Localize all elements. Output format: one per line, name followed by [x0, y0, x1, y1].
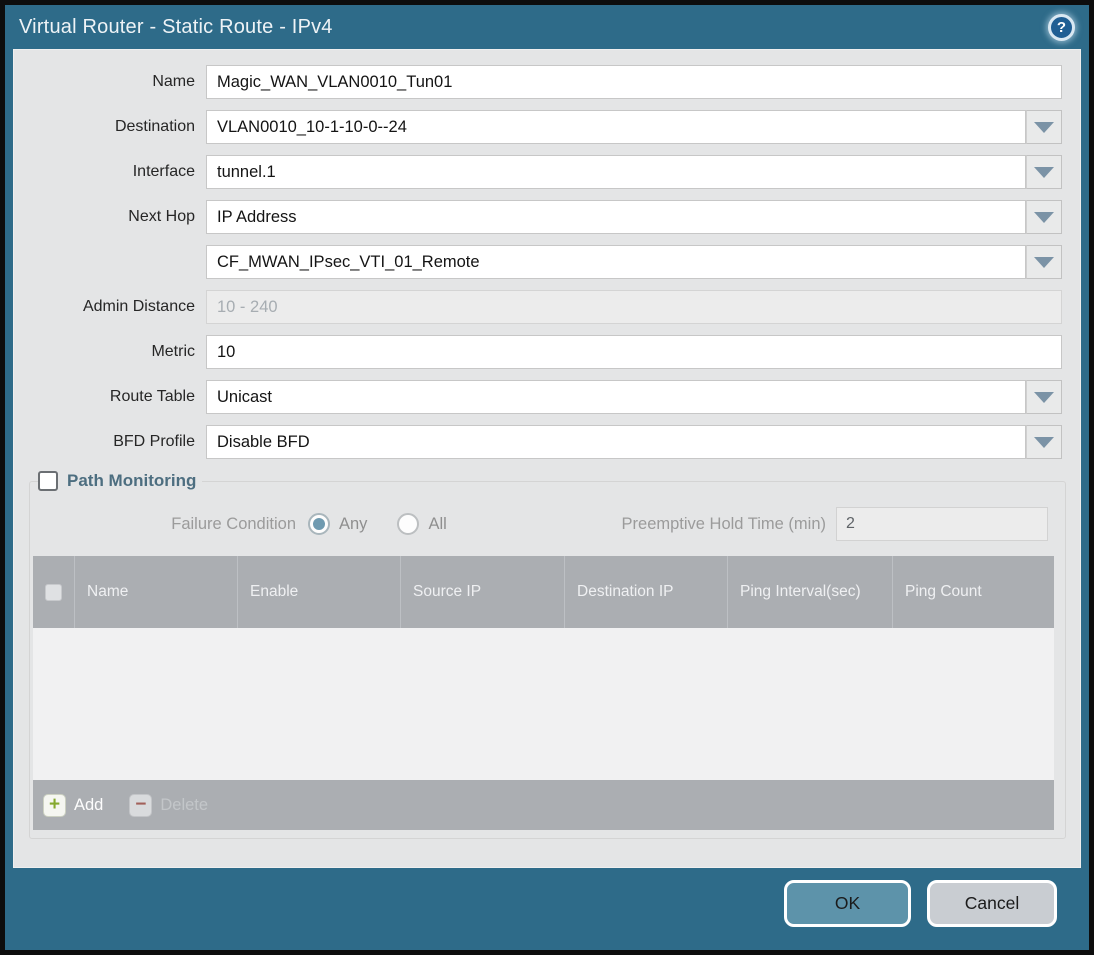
- interface-input[interactable]: [206, 155, 1026, 189]
- failure-condition-row: Failure Condition Any All Preemptive Hol…: [32, 507, 1055, 541]
- help-icon[interactable]: ?: [1048, 13, 1075, 41]
- route-table-label: Route Table: [109, 388, 195, 405]
- next-hop-address-input[interactable]: [206, 245, 1026, 279]
- header-cell-enable: Enable: [238, 556, 401, 628]
- minus-icon: −: [129, 793, 153, 817]
- select-all-checkbox[interactable]: [45, 583, 62, 601]
- metric-input[interactable]: [206, 335, 1062, 369]
- failure-condition-any-label: Any: [339, 514, 368, 533]
- next-hop-type-input[interactable]: [206, 200, 1026, 234]
- interface-label: Interface: [132, 163, 195, 180]
- header-cell-source-ip: Source IP: [401, 556, 565, 628]
- delete-button-label: Delete: [160, 795, 209, 814]
- form-row-bfd-profile: BFD Profile: [14, 425, 1062, 459]
- form-row-next-hop: Next Hop: [14, 200, 1062, 234]
- form-row-name: Name: [14, 65, 1062, 99]
- bfd-profile-label: BFD Profile: [113, 433, 195, 450]
- route-table-input[interactable]: [206, 380, 1026, 414]
- header-cell-ping-count: Ping Count: [905, 583, 982, 601]
- path-monitoring-title: Path Monitoring: [67, 471, 197, 490]
- form-row-next-hop-address: [14, 245, 1062, 279]
- header-cell-ping-interval: Ping Interval(sec): [728, 556, 893, 628]
- table-header: Name Enable Source IP Destination IP Pin…: [33, 556, 1054, 628]
- chevron-down-icon: [1034, 256, 1054, 268]
- destination-dropdown-button[interactable]: [1026, 110, 1062, 144]
- dialog-footer: OK Cancel: [784, 880, 1057, 927]
- path-monitoring-checkbox[interactable]: [38, 471, 58, 491]
- admin-distance-label: Admin Distance: [82, 298, 195, 315]
- chevron-down-icon: [1034, 436, 1054, 448]
- dialog-frame: Virtual Router - Static Route - IPv4 ? N…: [0, 0, 1094, 955]
- dialog-body: Name Destination Interface: [13, 49, 1081, 868]
- preemptive-hold-time-input[interactable]: [836, 507, 1048, 541]
- metric-label: Metric: [151, 343, 195, 360]
- chevron-down-icon: [1034, 391, 1054, 403]
- interface-dropdown-button[interactable]: [1026, 155, 1062, 189]
- table-toolbar: + Add − Delete: [33, 780, 1054, 830]
- chevron-down-icon: [1034, 121, 1054, 133]
- radio-dot: [313, 518, 325, 530]
- path-monitoring-table: Name Enable Source IP Destination IP Pin…: [33, 556, 1054, 830]
- dialog-title: Virtual Router - Static Route - IPv4: [19, 15, 333, 38]
- header-cell-destination-ip: Destination IP: [565, 556, 728, 628]
- failure-condition-all-radio[interactable]: [397, 513, 420, 535]
- form-row-destination: Destination: [14, 110, 1062, 144]
- route-table-dropdown-button[interactable]: [1026, 380, 1062, 414]
- plus-icon: +: [43, 793, 66, 817]
- header-cell-name: Name: [75, 556, 238, 628]
- chevron-down-icon: [1034, 211, 1054, 223]
- failure-condition-any-radio[interactable]: [308, 513, 330, 535]
- title-bar: Virtual Router - Static Route - IPv4 ?: [5, 5, 1089, 49]
- add-button-label: Add: [74, 795, 104, 814]
- cancel-button[interactable]: Cancel: [927, 880, 1057, 927]
- static-route-dialog: Virtual Router - Static Route - IPv4 ? N…: [5, 5, 1089, 950]
- admin-distance-input[interactable]: [206, 290, 1062, 324]
- form-row-interface: Interface: [14, 155, 1062, 189]
- path-monitoring-legend: Path Monitoring: [38, 471, 202, 491]
- form-row-route-table: Route Table: [14, 380, 1062, 414]
- bfd-profile-input[interactable]: [206, 425, 1026, 459]
- bfd-profile-dropdown-button[interactable]: [1026, 425, 1062, 459]
- header-cell-select: [33, 556, 75, 628]
- add-button[interactable]: + Add: [43, 793, 104, 817]
- next-hop-address-dropdown-button[interactable]: [1026, 245, 1062, 279]
- failure-condition-all-label: All: [428, 514, 447, 533]
- delete-button[interactable]: − Delete: [129, 793, 209, 817]
- preemptive-hold-time-label: Preemptive Hold Time (min): [621, 514, 826, 533]
- chevron-down-icon: [1034, 166, 1054, 178]
- form-row-metric: Metric: [14, 335, 1062, 369]
- failure-condition-label: Failure Condition: [171, 514, 296, 533]
- next-hop-label: Next Hop: [128, 208, 195, 225]
- ok-button[interactable]: OK: [784, 880, 911, 927]
- destination-input[interactable]: [206, 110, 1026, 144]
- name-label: Name: [152, 73, 195, 90]
- destination-label: Destination: [114, 118, 195, 135]
- next-hop-type-dropdown-button[interactable]: [1026, 200, 1062, 234]
- form-row-admin-distance: Admin Distance: [14, 290, 1062, 324]
- table-body-empty: [33, 628, 1054, 780]
- path-monitoring-section: Path Monitoring Failure Condition Any Al…: [29, 471, 1066, 839]
- name-input[interactable]: [206, 65, 1062, 99]
